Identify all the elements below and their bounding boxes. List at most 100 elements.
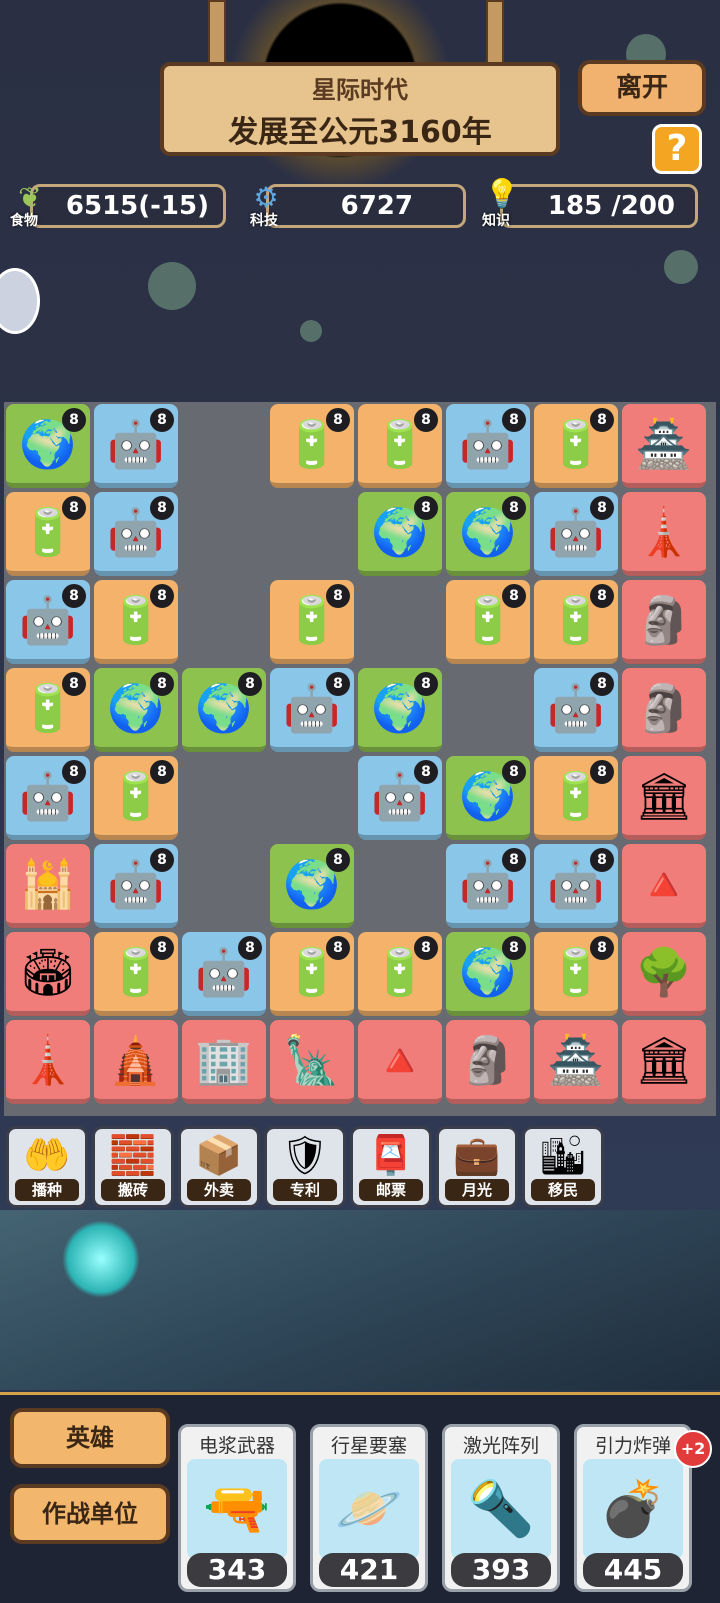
bonus-badge: +2 [674, 1430, 712, 1468]
board-tile-robot[interactable]: 🤖 8 [182, 932, 266, 1016]
skill-label: 月光 [445, 1179, 509, 1201]
board-tile-lighthouse[interactable]: 🗼 [6, 1020, 90, 1104]
skill-button[interactable]: 🛡 专利 [264, 1126, 346, 1208]
skill-label: 搬砖 [101, 1179, 165, 1201]
board-tile-battery[interactable]: 🔋 8 [534, 932, 618, 1016]
board-tile-robot[interactable]: 🤖 8 [534, 668, 618, 752]
skill-label: 播种 [15, 1179, 79, 1201]
level-badge: 8 [326, 672, 350, 696]
board-tile-forbidden-city[interactable]: 🏯 [534, 1020, 618, 1104]
board-tile-battery[interactable]: 🔋 8 [534, 756, 618, 840]
skill-button[interactable]: 📮 邮票 [350, 1126, 432, 1208]
board-tile-robot[interactable]: 🤖 8 [534, 492, 618, 576]
board-tile-planet[interactable]: 🌍 8 [182, 668, 266, 752]
level-badge: 8 [414, 496, 438, 520]
board-tile-chichen-itza[interactable]: 🔺 [358, 1020, 442, 1104]
level-badge: 8 [150, 760, 174, 784]
level-badge: 8 [62, 672, 86, 696]
help-button[interactable]: ? [652, 124, 702, 174]
skill-button[interactable]: 🤲 播种 [6, 1126, 88, 1208]
food-resource: 6515(-15) [30, 184, 226, 228]
board-tile-statue[interactable]: 🗿 [446, 1020, 530, 1104]
board-tile-battery[interactable]: 🔋 8 [94, 580, 178, 664]
board-tile-battery[interactable]: 🔋 8 [270, 580, 354, 664]
energy-orb [62, 1220, 140, 1298]
board-tile-battery[interactable]: 🔋 8 [270, 404, 354, 488]
skill-button[interactable]: 📦 外卖 [178, 1126, 260, 1208]
empty-cell [446, 668, 530, 752]
board-tile-colosseum[interactable]: 🏟 [6, 932, 90, 1016]
unit-card[interactable]: 激光阵列 🔦 393 [442, 1424, 560, 1592]
gravity-bomb-icon: 💣 [583, 1459, 683, 1559]
board-tile-robot[interactable]: 🤖 8 [94, 844, 178, 928]
lighthouse-icon: 🗼 [19, 1033, 77, 1087]
board-tile-planet[interactable]: 🌍 8 [446, 492, 530, 576]
board-tile-planet[interactable]: 🌍 8 [358, 492, 442, 576]
skill-button[interactable]: 🏙 移民 [522, 1126, 604, 1208]
level-badge: 8 [590, 584, 614, 608]
board-tile-leaning-tower[interactable]: 🏢 [182, 1020, 266, 1104]
hanging-gardens-icon: 🌳 [635, 945, 693, 999]
board-tile-battery[interactable]: 🔋 8 [534, 404, 618, 488]
sowing-hand-icon: 🤲 [23, 1133, 71, 1177]
board-tile-robot[interactable]: 🤖 8 [358, 756, 442, 840]
board-tile-robot[interactable]: 🤖 8 [446, 404, 530, 488]
board-tile-battery[interactable]: 🔋 8 [446, 580, 530, 664]
level-badge: 8 [414, 936, 438, 960]
board-tile-robot[interactable]: 🤖 8 [94, 404, 178, 488]
board-tile-robot[interactable]: 🤖 8 [534, 844, 618, 928]
board-tile-robot[interactable]: 🤖 8 [270, 668, 354, 752]
tab-combat-units[interactable]: 作战单位 [10, 1484, 170, 1544]
era-title: 星际时代 [312, 76, 408, 104]
board-tile-robot[interactable]: 🤖 8 [446, 844, 530, 928]
board-tile-battery[interactable]: 🔋 8 [270, 932, 354, 1016]
board-tile-pyramid[interactable]: 🔺 [622, 844, 706, 928]
board-tile-planet[interactable]: 🌍 8 [358, 668, 442, 752]
board-tile-robot[interactable]: 🤖 8 [6, 756, 90, 840]
tech-label: 科技 [250, 213, 278, 229]
food-value: 6515(-15) [65, 191, 209, 221]
skill-button[interactable]: 💼 月光 [436, 1126, 518, 1208]
unit-name: 电浆武器 [198, 1435, 275, 1457]
level-badge: 8 [590, 672, 614, 696]
board-tile-battery[interactable]: 🔋 8 [358, 932, 442, 1016]
statue-icon: 🗿 [459, 1033, 517, 1087]
board-tile-angkor-wat[interactable]: 🛕 [94, 1020, 178, 1104]
board-tile-stonehenge[interactable]: 🗿 [622, 580, 706, 664]
board-tile-battery[interactable]: 🔋 8 [94, 932, 178, 1016]
board-tile-robot[interactable]: 🤖 8 [6, 580, 90, 664]
level-badge: 8 [62, 760, 86, 784]
board-tile-hanging-gardens[interactable]: 🌳 [622, 932, 706, 1016]
skill-button[interactable]: 🧱 搬砖 [92, 1126, 174, 1208]
leave-button[interactable]: 离开 [578, 60, 706, 116]
board-tile-zeus-statue[interactable]: 🏛 [622, 756, 706, 840]
level-badge: 8 [238, 672, 262, 696]
empty-cell [182, 844, 266, 928]
empty-cell [270, 756, 354, 840]
unit-card[interactable]: 行星要塞 🪐 421 [310, 1424, 428, 1592]
board-tile-terracotta-army[interactable]: 🗿 [622, 668, 706, 752]
board-tile-battery[interactable]: 🔋 8 [6, 492, 90, 576]
board-tile-planet[interactable]: 🌍 8 [270, 844, 354, 928]
level-badge: 8 [590, 936, 614, 960]
board-tile-planet[interactable]: 🌍 8 [446, 932, 530, 1016]
unit-card[interactable]: 电浆武器 🔫 343 [178, 1424, 296, 1592]
planet-fortress-icon: 🪐 [319, 1459, 419, 1559]
board-tile-eiffel-tower[interactable]: 🗼 [622, 492, 706, 576]
board-tile-statue-of-liberty[interactable]: 🗽 [270, 1020, 354, 1104]
board-tile-planet[interactable]: 🌍 8 [6, 404, 90, 488]
board-tile-battery[interactable]: 🔋 8 [94, 756, 178, 840]
unit-count: 343 [187, 1553, 287, 1587]
tab-hero[interactable]: 英雄 [10, 1408, 170, 1468]
board-tile-taj-mahal[interactable]: 🕌 [6, 844, 90, 928]
board-tile-planet[interactable]: 🌍 8 [446, 756, 530, 840]
board-tile-battery[interactable]: 🔋 8 [6, 668, 90, 752]
board-tile-great-wall[interactable]: 🏯 [622, 404, 706, 488]
board-tile-battery[interactable]: 🔋 8 [534, 580, 618, 664]
level-badge: 8 [502, 936, 526, 960]
board-tile-planet[interactable]: 🌍 8 [94, 668, 178, 752]
board-tile-battery[interactable]: 🔋 8 [358, 404, 442, 488]
board-tile-robot[interactable]: 🤖 8 [94, 492, 178, 576]
level-badge: 8 [502, 760, 526, 784]
board-tile-temple[interactable]: 🏛 [622, 1020, 706, 1104]
